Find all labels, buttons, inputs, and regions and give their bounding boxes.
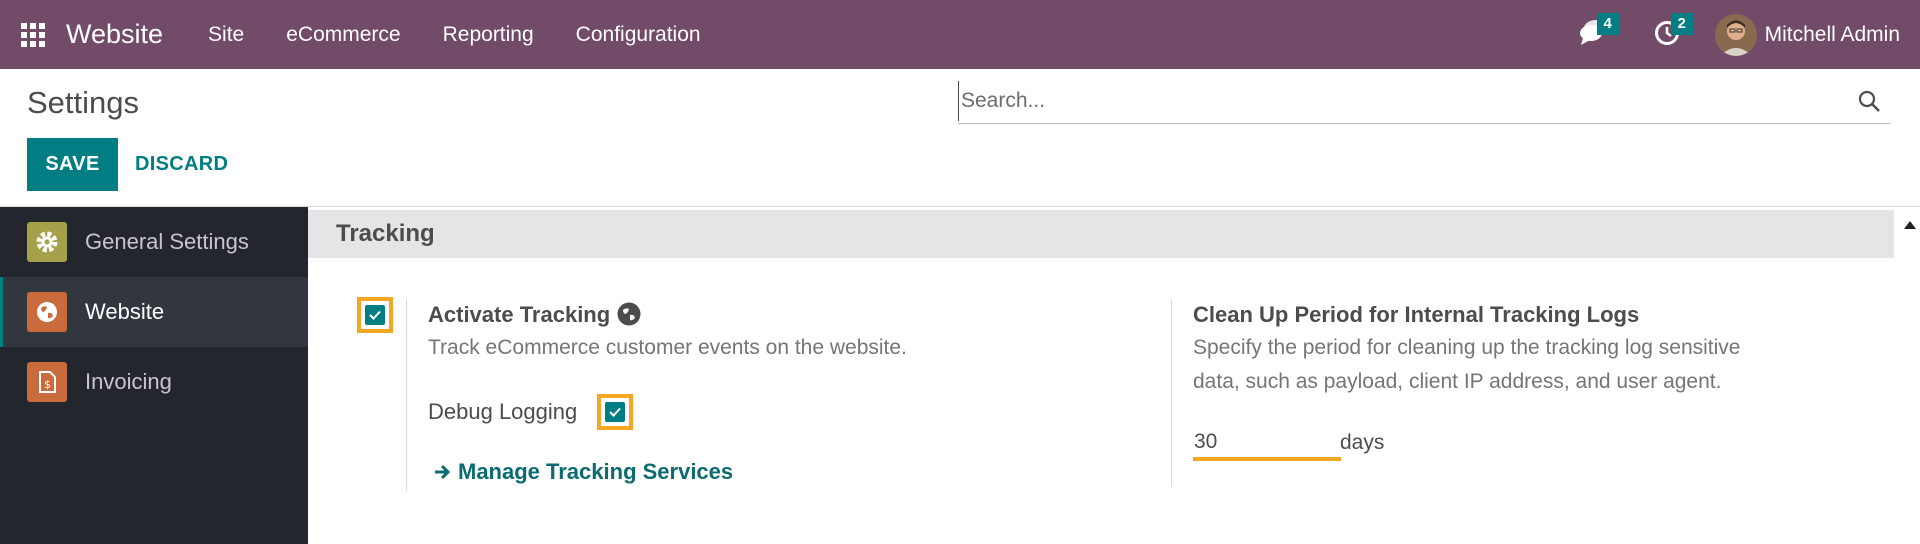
- sidebar-item-label: Website: [85, 299, 165, 324]
- app-brand[interactable]: Website: [66, 19, 163, 50]
- avatar: [1714, 13, 1757, 56]
- activities-count-badge: 2: [1670, 13, 1693, 35]
- activities-button[interactable]: 2: [1631, 0, 1703, 69]
- scroll-up-arrow-icon[interactable]: [1900, 215, 1920, 235]
- sidebar-item-website[interactable]: Website: [0, 277, 308, 347]
- save-button[interactable]: SAVE: [27, 138, 118, 191]
- sidebar-item-general-settings[interactable]: General Settings: [0, 207, 308, 277]
- globe-icon: [27, 292, 67, 332]
- sidebar-item-label: General Settings: [85, 229, 249, 254]
- menu-configuration[interactable]: Configuration: [555, 0, 722, 69]
- search-bar: [958, 79, 1891, 124]
- gear-icon: [27, 222, 67, 262]
- apps-menu-icon[interactable]: [0, 0, 66, 69]
- settings-content: Tracking Activate Tracking Track eCommer…: [308, 207, 1920, 544]
- manage-tracking-services-label: Manage Tracking Services: [458, 459, 734, 484]
- cleanup-period-input[interactable]: [1193, 427, 1341, 461]
- section-title: Tracking: [308, 210, 1894, 258]
- cleanup-period-title: Clean Up Period for Internal Tracking Lo…: [1193, 302, 1640, 327]
- menu-reporting[interactable]: Reporting: [422, 0, 555, 69]
- cleanup-period-description-line1: Specify the period for cleaning up the t…: [1193, 336, 1741, 359]
- checkmark-icon: [365, 305, 385, 325]
- arrow-right-icon: [434, 463, 452, 481]
- systray: 4 2 Mitchell Admin: [1557, 0, 1920, 69]
- discard-button[interactable]: DISCARD: [135, 138, 228, 191]
- globe-info-icon[interactable]: [616, 301, 642, 332]
- debug-logging-checkbox[interactable]: [597, 394, 633, 430]
- user-name: Mitchell Admin: [1764, 22, 1900, 46]
- settings-sidebar: General Settings Website $ Invoicing: [0, 207, 308, 544]
- divider: [406, 299, 407, 491]
- debug-logging-label: Debug Logging: [428, 399, 578, 424]
- top-navbar: Website Site eCommerce Reporting Configu…: [0, 0, 1920, 69]
- search-icon[interactable]: [1857, 89, 1881, 118]
- activate-tracking-description: Track eCommerce customer events on the w…: [428, 336, 907, 359]
- days-unit-label: days: [1340, 431, 1385, 454]
- user-menu[interactable]: Mitchell Admin: [1703, 0, 1920, 69]
- sidebar-item-invoicing[interactable]: $ Invoicing: [0, 347, 308, 417]
- messages-count-badge: 4: [1596, 13, 1619, 35]
- manage-tracking-services-link[interactable]: Manage Tracking Services: [434, 459, 733, 485]
- svg-text:$: $: [44, 378, 51, 391]
- sidebar-item-label: Invoicing: [85, 369, 172, 394]
- activate-tracking-title: Activate Tracking: [428, 302, 611, 327]
- divider: [1171, 299, 1172, 487]
- checkmark-icon: [605, 402, 625, 422]
- menu-ecommerce[interactable]: eCommerce: [265, 0, 421, 69]
- search-input[interactable]: [958, 81, 1838, 121]
- messages-button[interactable]: 4: [1557, 0, 1631, 69]
- menu-site[interactable]: Site: [187, 0, 265, 69]
- control-panel: Settings SAVE DISCARD: [0, 69, 1920, 207]
- cleanup-period-description-line2: data, such as payload, client IP address…: [1193, 370, 1722, 393]
- activate-tracking-checkbox[interactable]: [357, 297, 393, 333]
- invoice-icon: $: [27, 362, 67, 402]
- page-title: Settings: [27, 85, 140, 120]
